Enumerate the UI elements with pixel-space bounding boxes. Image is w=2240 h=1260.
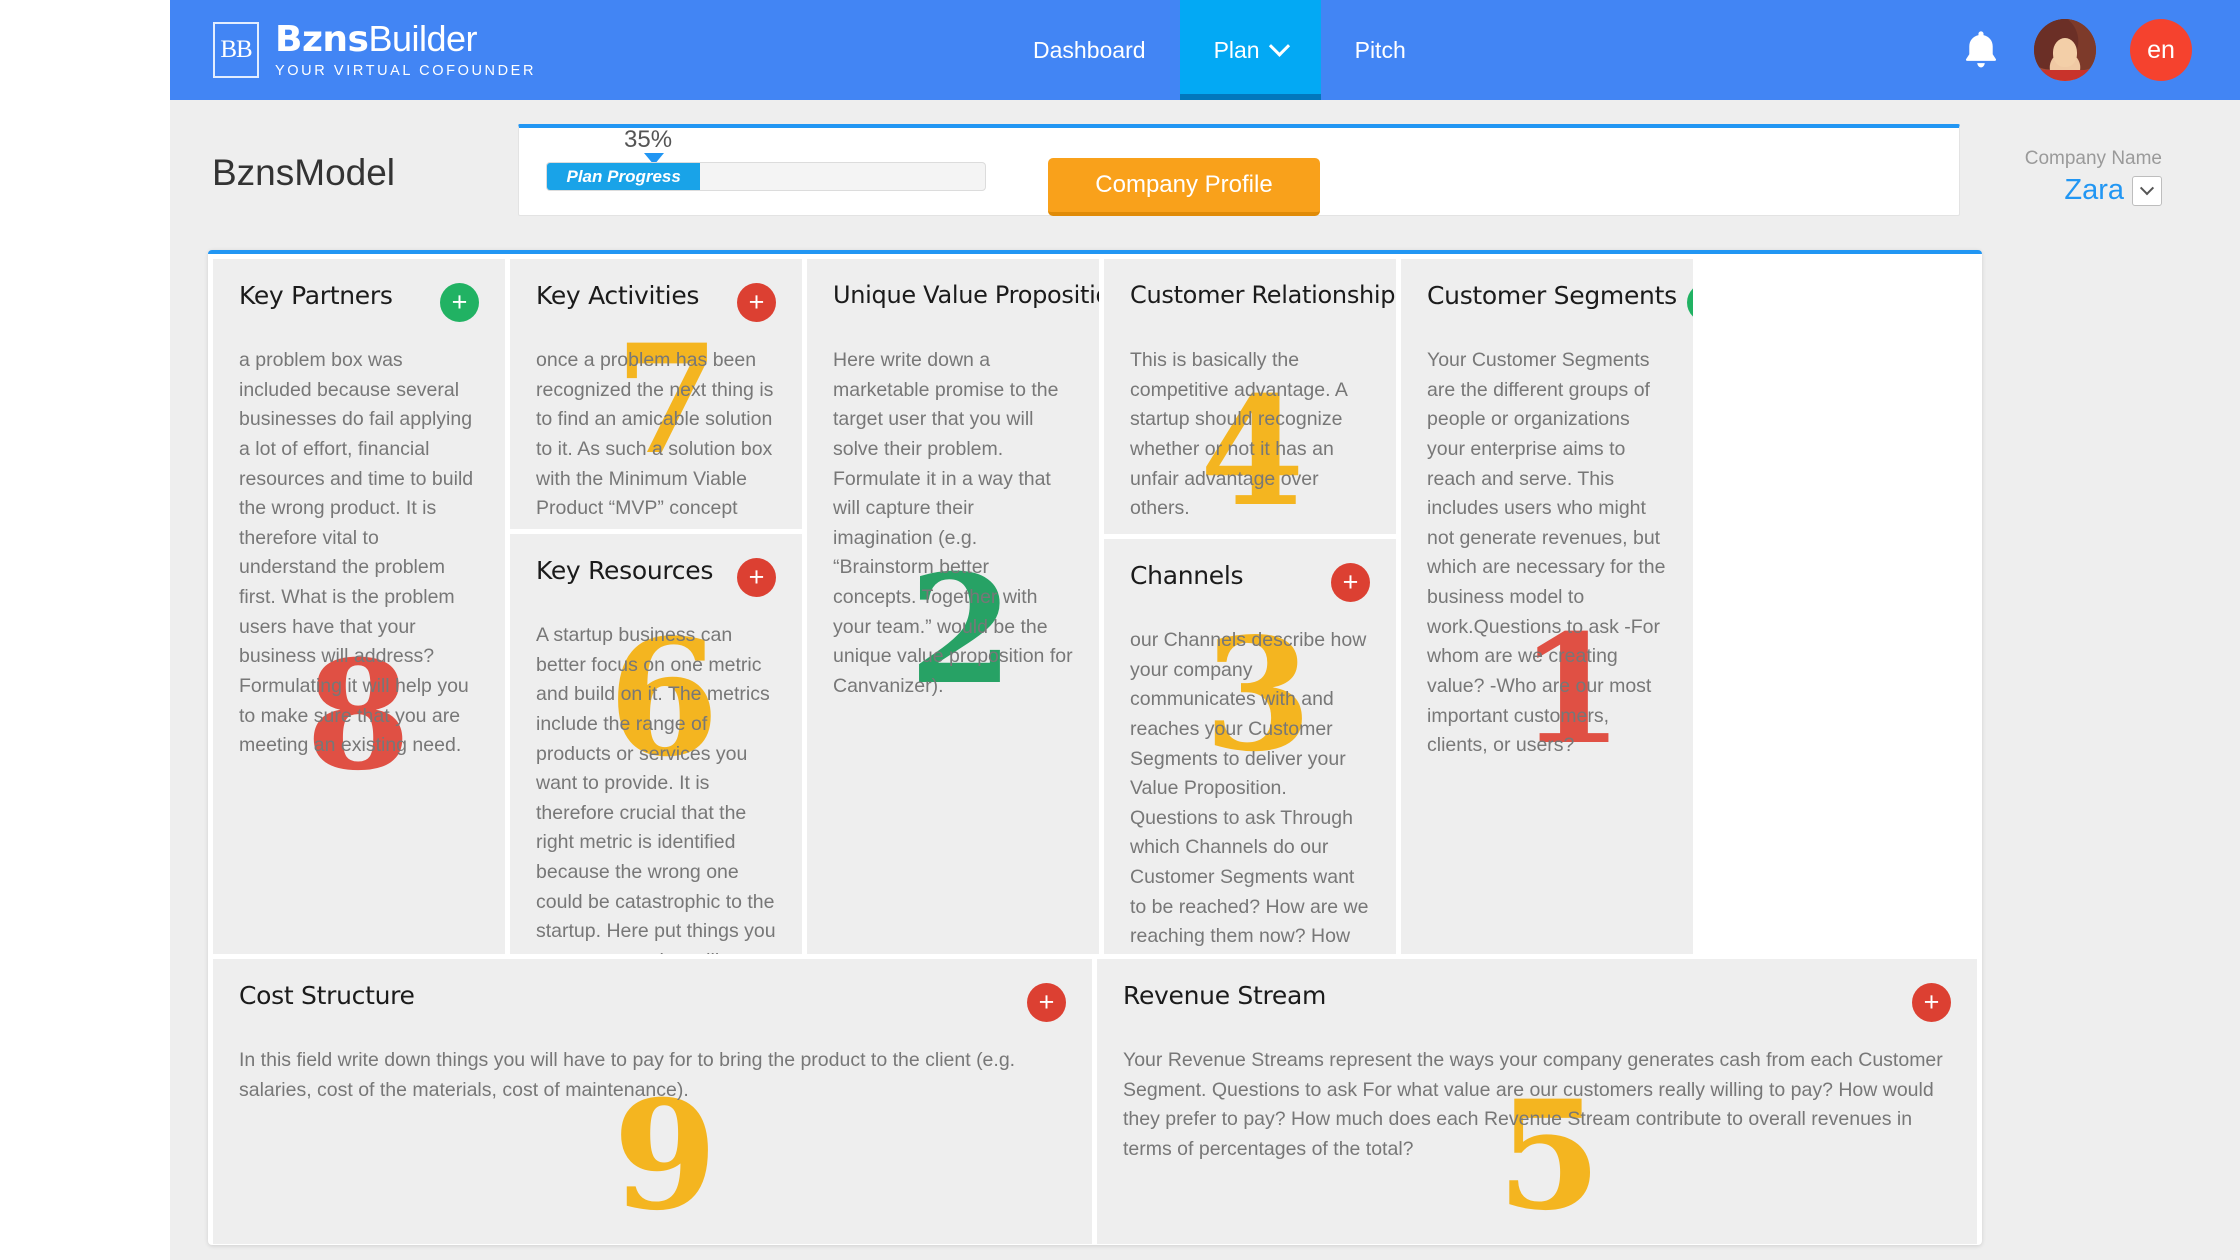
cell-body: In this field write down things you will…	[239, 1049, 1016, 1101]
progress-bar-label: Plan Progress	[566, 166, 681, 186]
canvas-column-uvp: Unique Value Proposition + Here write do…	[807, 259, 1099, 954]
cell-title: Customer Segments	[1427, 281, 1677, 310]
cell-title: Customer Relationships	[1130, 281, 1396, 309]
cell-channels[interactable]: Channels + our Channels describe how you…	[1104, 539, 1396, 954]
avatar[interactable]	[2034, 19, 2096, 81]
canvas-top-row: Key Partners + a problem box was include…	[213, 259, 1977, 954]
cell-title: Key Resources	[536, 556, 714, 585]
canvas-column-customer-relationships: Customer Relationships + This is basical…	[1104, 259, 1396, 954]
cell-body: Your Revenue Streams represent the ways …	[1123, 1049, 1943, 1160]
chevron-down-icon	[2139, 180, 2155, 195]
canvas-column-key-partners: Key Partners + a problem box was include…	[213, 259, 505, 954]
progress-bar-track: Plan Progress	[546, 162, 986, 191]
brand-text: BznsBuilder YOUR VIRTUAL COFOUNDER	[275, 21, 536, 79]
app-root: BB BznsBuilder YOUR VIRTUAL COFOUNDER Da…	[0, 0, 2240, 1260]
cell-revenue-stream[interactable]: Revenue Stream + Your Revenue Streams re…	[1097, 959, 1977, 1244]
bell-icon[interactable]	[1962, 29, 2000, 71]
cell-body: A startup business can better focus on o…	[536, 624, 776, 954]
page-title: BznsModel	[212, 152, 396, 193]
cell-title: Cost Structure	[239, 981, 415, 1010]
add-item-button-revenue-stream[interactable]: +	[1912, 983, 1951, 1022]
cell-body: our Channels describe how your company c…	[1130, 629, 1369, 948]
language-badge[interactable]: en	[2130, 19, 2192, 81]
company-name-selector: Company Name Zara	[2025, 148, 2162, 207]
brand-tagline: YOUR VIRTUAL COFOUNDER	[275, 63, 537, 80]
progress-bar-fill: Plan Progress	[547, 163, 701, 190]
add-item-button-customer-segments[interactable]: +	[1686, 283, 1693, 322]
add-item-button-key-resources[interactable]: +	[737, 558, 776, 597]
top-navbar: BB BznsBuilder YOUR VIRTUAL COFOUNDER Da…	[170, 0, 2240, 100]
nav-item-pitch-label: Pitch	[1354, 36, 1406, 63]
brand-badge-icon: BB	[213, 22, 259, 78]
cell-body: Your Customer Segments are the different…	[1427, 349, 1666, 757]
company-profile-button[interactable]: Company Profile	[1048, 158, 1320, 216]
cell-title: Key Partners	[239, 281, 393, 310]
nav-item-pitch[interactable]: Pitch	[1321, 0, 1440, 100]
add-item-button-key-partners[interactable]: +	[440, 283, 479, 322]
company-name-value[interactable]: Zara	[2064, 174, 2124, 207]
company-dropdown-button[interactable]	[2132, 175, 2162, 206]
business-model-canvas: Key Partners + a problem box was include…	[208, 250, 1982, 1245]
cell-key-activities[interactable]: Key Activities + once a problem has been…	[510, 259, 802, 529]
cell-cost-structure[interactable]: Cost Structure + In this field write dow…	[213, 959, 1092, 1244]
cell-title: Channels	[1130, 561, 1244, 590]
cell-body: once a problem has been recognized the n…	[536, 349, 774, 529]
cell-key-resources[interactable]: Key Resources + A startup business can b…	[510, 534, 802, 954]
cell-title: Unique Value Proposition	[833, 281, 1099, 309]
company-name-label: Company Name	[2024, 148, 2162, 169]
cell-body: a problem box was included because sever…	[239, 349, 474, 757]
chevron-down-icon	[1268, 35, 1290, 57]
add-item-button-cost-structure[interactable]: +	[1027, 983, 1066, 1022]
cell-body: This is basically the competitive advant…	[1130, 349, 1347, 520]
nav-item-dashboard[interactable]: Dashboard	[999, 0, 1180, 100]
cell-body: Here write down a marketable promise to …	[833, 349, 1073, 697]
cell-customer-segments[interactable]: Customer Segments + Your Customer Segmen…	[1401, 259, 1693, 954]
progress-percent-label: 35%	[624, 126, 673, 153]
canvas-column-customer-segments: Customer Segments + Your Customer Segmen…	[1401, 259, 1693, 954]
add-item-button-key-activities[interactable]: +	[737, 283, 776, 322]
cell-title: Revenue Stream	[1123, 981, 1327, 1010]
canvas-bottom-row: Cost Structure + In this field write dow…	[213, 959, 1977, 1244]
cell-title: Key Activities	[536, 281, 700, 310]
canvas-column-key-activities: Key Activities + once a problem has been…	[510, 259, 802, 954]
brand-name-light: Builder	[368, 18, 478, 60]
cell-customer-relationships[interactable]: Customer Relationships + This is basical…	[1104, 259, 1396, 534]
nav-menu: Dashboard Plan Pitch	[999, 0, 1440, 100]
nav-item-plan-label: Plan	[1213, 36, 1260, 63]
brand-logo[interactable]: BB BznsBuilder YOUR VIRTUAL COFOUNDER	[170, 0, 536, 100]
nav-item-plan[interactable]: Plan	[1179, 0, 1321, 100]
nav-right-group: en	[1962, 0, 2240, 100]
brand-name-bold: Bzns	[275, 19, 369, 61]
plan-progress: 35% Plan Progress	[546, 126, 986, 191]
add-item-button-channels[interactable]: +	[1331, 563, 1370, 602]
cell-key-partners[interactable]: Key Partners + a problem box was include…	[213, 259, 505, 954]
cell-unique-value-proposition[interactable]: Unique Value Proposition + Here write do…	[807, 259, 1099, 954]
nav-item-dashboard-label: Dashboard	[1033, 36, 1146, 63]
